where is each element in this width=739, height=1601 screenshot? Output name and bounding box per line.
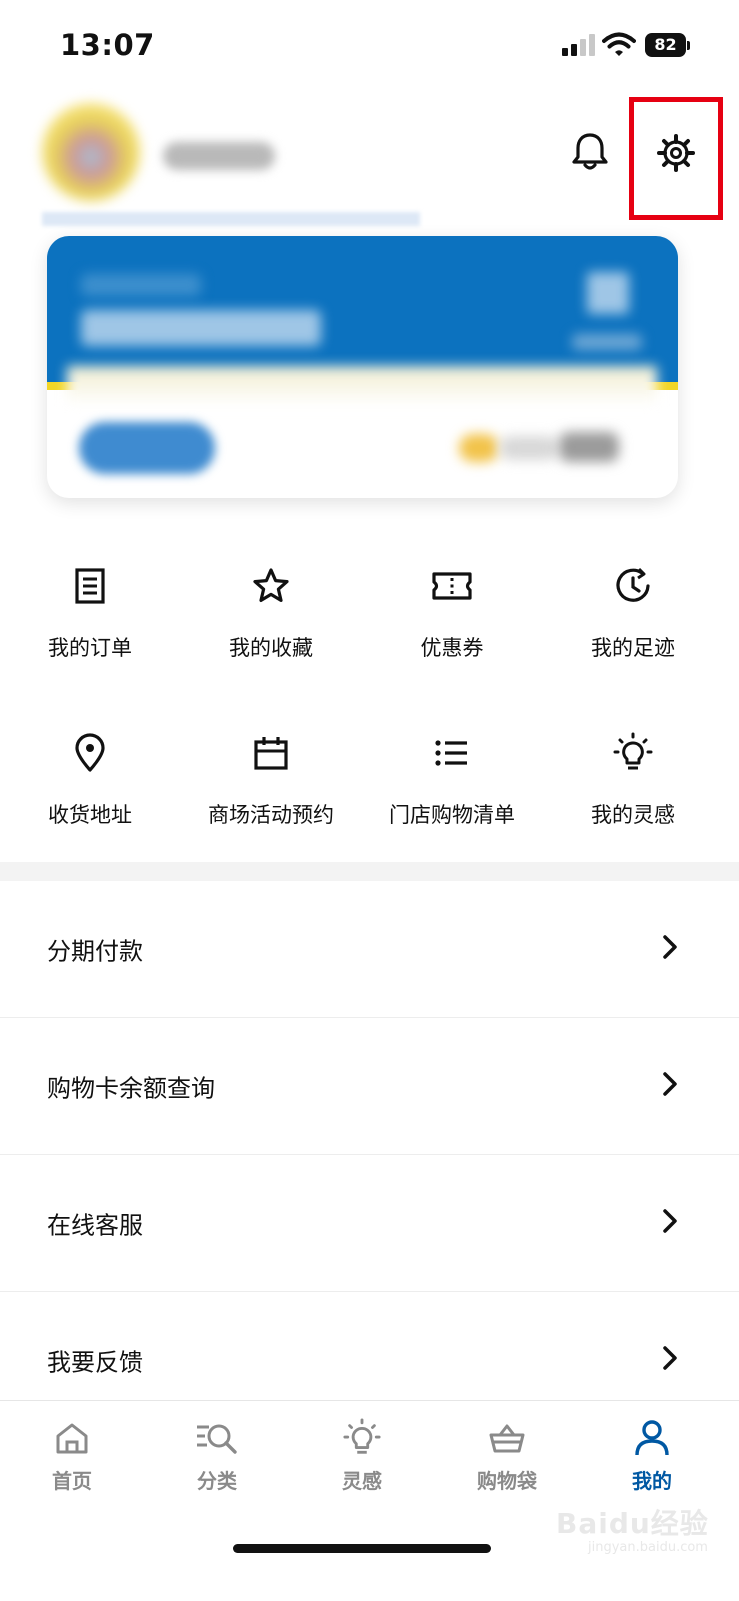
menu-installment-payment[interactable]: 分期付款 [0,881,739,1018]
chevron-right-icon [660,1071,680,1101]
shortcut-address[interactable]: 收货地址 [0,731,180,829]
tab-label: 灵感 [342,1469,382,1493]
shortcut-coupons[interactable]: 优惠券 [362,564,542,662]
card-points-label-blurred [499,436,559,460]
username-blurred[interactable] [163,142,275,170]
home-icon [22,1417,122,1459]
avatar[interactable] [42,103,140,201]
member-strip-blurred [42,212,420,226]
chevron-right-icon [660,934,680,964]
menu-label: 我要反馈 [47,1348,143,1377]
bell-icon [572,133,608,170]
battery-indicator: 82 [645,33,686,57]
shortcut-label: 门店购物清单 [389,803,515,827]
ticket-icon [362,564,542,608]
status-time: 13:07 [60,28,155,62]
shortcut-label: 我的灵感 [591,803,675,827]
category-search-icon [167,1417,267,1459]
menu-feedback[interactable]: 我要反馈 [0,1292,739,1400]
wifi-icon [602,32,636,62]
highlight-box [629,97,723,220]
tab-label: 我的 [632,1469,672,1493]
menu-label: 在线客服 [47,1211,143,1240]
card-fade [67,366,657,406]
shortcut-event-booking[interactable]: 商场活动预约 [181,731,361,829]
history-icon [543,564,723,608]
basket-icon [457,1417,557,1459]
home-indicator[interactable] [233,1544,491,1553]
tab-home[interactable]: 首页 [22,1417,122,1494]
shortcut-label: 我的收藏 [229,636,313,660]
card-label-blurred [81,274,201,296]
tab-category[interactable]: 分类 [167,1417,267,1494]
watermark: Baidu经验 [556,1507,709,1540]
card-action-button-blurred[interactable] [79,422,215,474]
tab-label: 首页 [52,1469,92,1493]
watermark-url: jingyan.baidu.com [588,1540,708,1555]
shortcut-inspiration[interactable]: 我的灵感 [543,731,723,829]
menu-label: 购物卡余额查询 [47,1074,215,1103]
card-title-blurred [81,310,321,346]
notification-button[interactable] [568,130,612,178]
tab-label: 分类 [197,1469,237,1493]
menu-online-service[interactable]: 在线客服 [0,1155,739,1292]
menu-gift-card-balance[interactable]: 购物卡余额查询 [0,1018,739,1155]
shortcut-label: 优惠券 [420,636,484,660]
signal-icon [562,34,596,56]
card-top-band [47,236,678,382]
calendar-icon [181,731,361,775]
battery-cap [687,41,690,50]
menu-label: 分期付款 [47,937,143,966]
lightbulb-icon [312,1417,412,1459]
person-icon [602,1417,702,1459]
shortcut-my-orders[interactable]: 我的订单 [0,564,180,662]
shortcut-favorites[interactable]: 我的收藏 [181,564,361,662]
bottom-tab-bar: 首页 分类 灵感 购物袋 我的 [0,1400,739,1601]
tab-shopping-bag[interactable]: 购物袋 [457,1417,557,1494]
tab-me[interactable]: 我的 [602,1417,702,1494]
card-qr-blurred[interactable] [587,272,629,314]
chevron-right-icon [660,1345,680,1375]
tab-label: 购物袋 [477,1469,537,1493]
shortcut-label: 我的订单 [48,636,132,660]
list-icon [362,731,542,775]
shortcut-label: 我的足迹 [591,636,675,660]
membership-card[interactable] [47,236,678,498]
shortcut-label: 商场活动预约 [208,803,334,827]
order-list-icon [0,564,180,608]
location-pin-icon [0,731,180,775]
shortcut-store-list[interactable]: 门店购物清单 [362,731,542,829]
card-qr-caption-blurred [572,334,642,350]
chevron-right-icon [660,1208,680,1238]
lightbulb-icon [543,731,723,775]
tab-inspiration[interactable]: 灵感 [312,1417,412,1494]
section-divider [0,862,739,881]
shortcut-label: 收货地址 [48,803,132,827]
shortcut-history[interactable]: 我的足迹 [543,564,723,662]
card-points-value-blurred [559,432,619,462]
card-points-icon-blurred [459,434,499,462]
star-icon [181,564,361,608]
